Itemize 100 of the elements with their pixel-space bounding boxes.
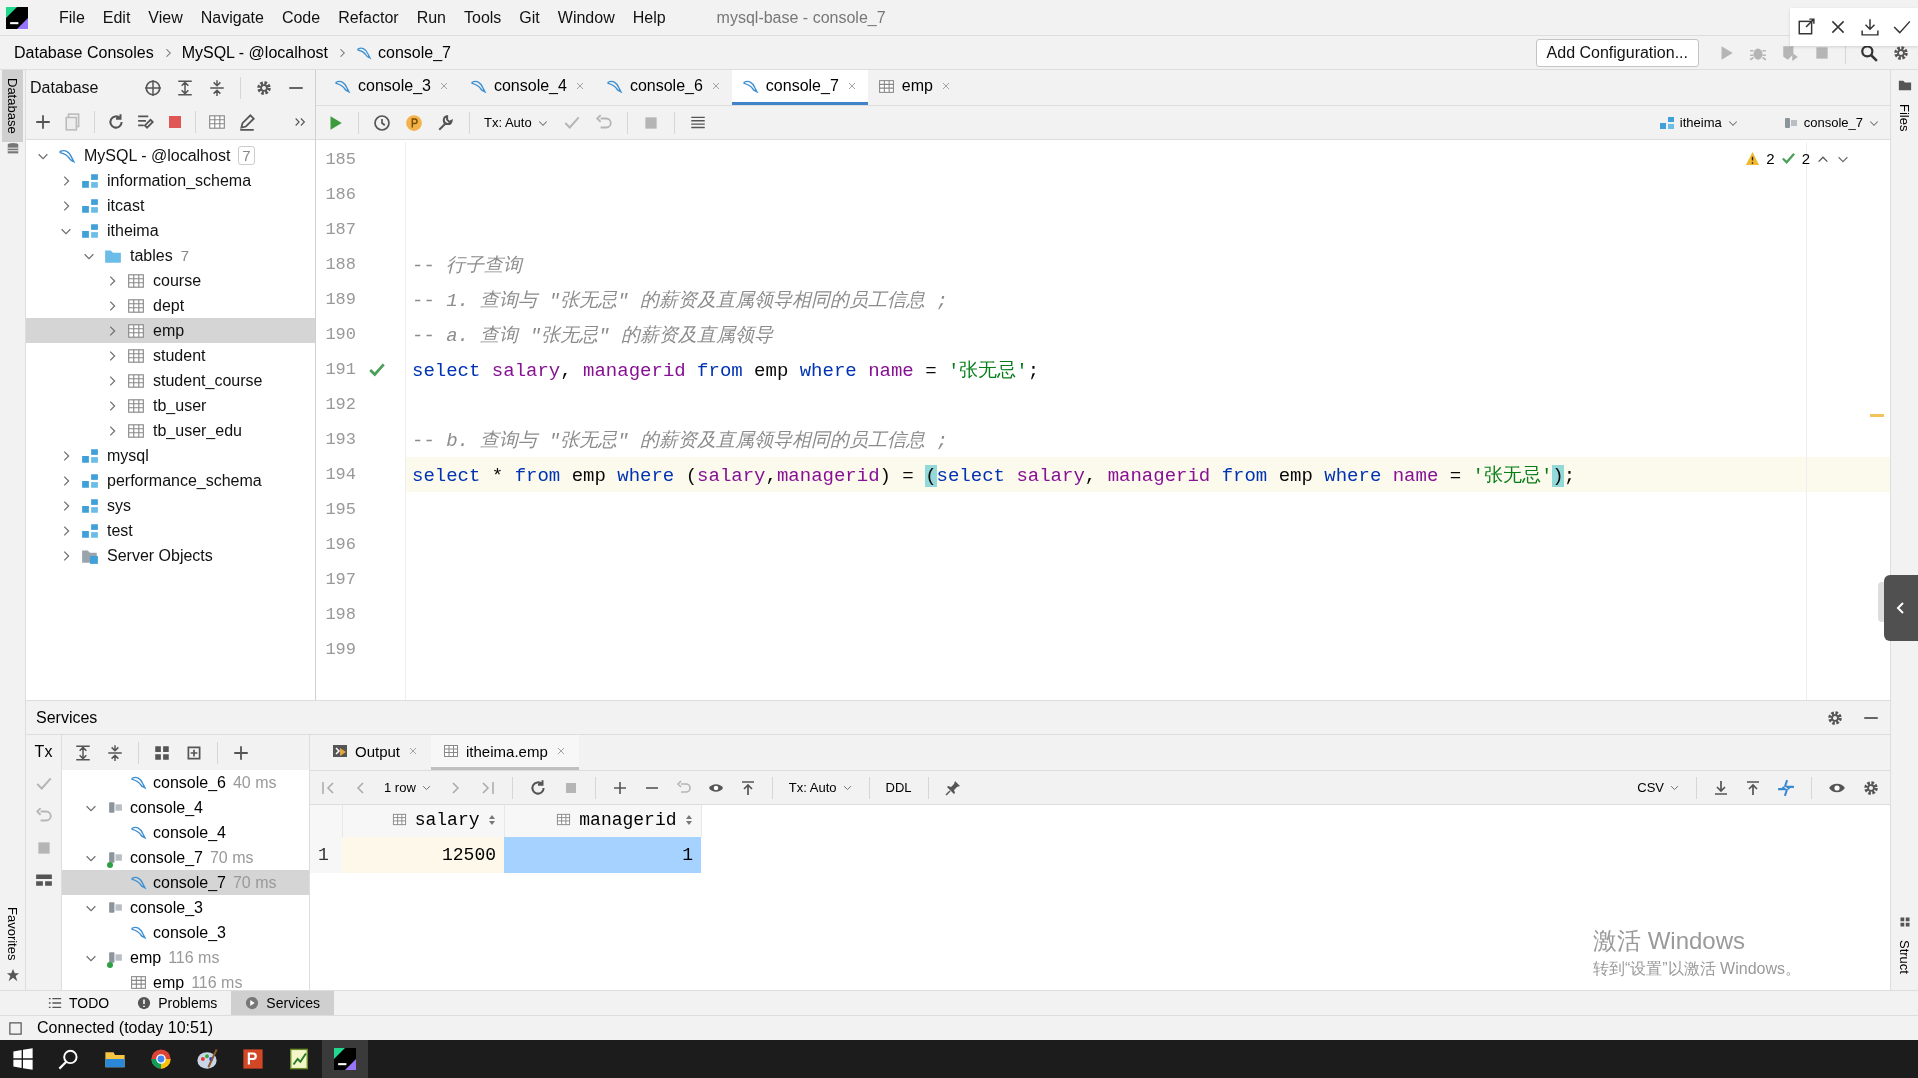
tree-item[interactable]: student_course [26, 368, 315, 393]
tree-item[interactable]: tables 7 [26, 243, 315, 268]
table-icon[interactable] [208, 113, 226, 131]
collapse-all-icon[interactable] [208, 78, 226, 97]
tree-item[interactable]: console_3 [62, 920, 309, 945]
editor-tab[interactable]: console_7 [731, 70, 868, 105]
menu-item[interactable]: Git [510, 4, 549, 31]
folder-icon[interactable] [1897, 78, 1912, 92]
column-header[interactable]: salary [342, 805, 504, 837]
tree-item[interactable]: test [26, 518, 315, 543]
tree-item[interactable]: emp 116 ms [62, 945, 309, 970]
add-icon[interactable] [232, 743, 250, 762]
menu-item[interactable]: Edit [93, 4, 140, 31]
start-icon[interactable] [12, 1048, 34, 1070]
profile-icon[interactable] [405, 113, 423, 132]
add-icon[interactable] [34, 113, 52, 131]
submit-icon[interactable] [739, 779, 756, 796]
schema-selector[interactable]: itheima [1658, 114, 1739, 131]
transaction-button[interactable]: Tx [34, 743, 53, 761]
tool-window-tab[interactable]: TODO [34, 991, 124, 1015]
tree-item[interactable]: console_3 [62, 895, 309, 920]
ide-app-icon[interactable] [334, 1048, 356, 1070]
tree-item[interactable]: tb_user [26, 393, 315, 418]
settings-icon[interactable] [255, 78, 273, 97]
settings-icon[interactable] [1892, 43, 1910, 62]
tree-item[interactable]: information_schema [26, 168, 315, 193]
result-tab[interactable]: itheima.emp [431, 735, 579, 770]
history-icon[interactable] [373, 113, 391, 132]
search-icon[interactable] [1860, 43, 1878, 62]
star-icon[interactable] [5, 968, 20, 982]
menu-item[interactable]: Code [272, 4, 330, 31]
add-configuration-button[interactable]: Add Configuration... [1535, 38, 1699, 67]
tree-item[interactable]: Server Objects [26, 543, 315, 568]
slides-app-icon[interactable] [242, 1048, 264, 1070]
database-tool-tab[interactable]: Database [2, 70, 23, 142]
favorites-tool-tab[interactable]: Favorites [2, 898, 23, 968]
structure-tool-tab[interactable]: Struct [1894, 932, 1915, 982]
export-format-dropdown[interactable]: CSV [1637, 780, 1680, 795]
properties-icon[interactable] [137, 113, 155, 131]
tree-item[interactable]: tb_user_edu [26, 418, 315, 443]
tree-item[interactable]: console_7 70 ms [62, 870, 309, 895]
settings-icon[interactable] [1826, 708, 1844, 727]
tree-item[interactable]: emp [26, 318, 315, 343]
editor-tab[interactable]: console_4 [459, 70, 596, 105]
locate-icon[interactable] [144, 78, 162, 97]
warning-marker[interactable] [1870, 414, 1884, 417]
session-selector[interactable]: console_7 [1782, 114, 1880, 131]
table-cell[interactable]: 1 [504, 837, 701, 873]
chart-app-icon[interactable] [288, 1048, 310, 1070]
transaction-mode-dropdown[interactable]: Tx: Auto [788, 780, 853, 795]
menu-item[interactable]: Tools [455, 4, 511, 31]
last-page-icon[interactable] [479, 779, 496, 796]
tree-item[interactable]: performance_schema [26, 468, 315, 493]
close-icon[interactable] [1829, 18, 1847, 36]
expand-all-icon[interactable] [176, 78, 194, 97]
tree-item[interactable]: console_4 [62, 820, 309, 845]
side-panel-handle[interactable] [1884, 575, 1918, 641]
wrench-icon[interactable] [437, 113, 455, 132]
confirm-icon[interactable] [1893, 18, 1911, 36]
column-header[interactable]: managerid [504, 805, 701, 837]
menu-item[interactable]: Window [548, 4, 624, 31]
group-icon[interactable] [153, 743, 171, 762]
menu-item[interactable]: Refactor [329, 4, 408, 31]
more-icon[interactable] [293, 115, 307, 129]
tree-item[interactable]: MySQL - @localhost 7 [26, 143, 315, 168]
collapse-all-icon[interactable] [106, 743, 124, 762]
status-toggle-icon[interactable] [8, 1020, 23, 1036]
editor-tab[interactable]: emp [867, 70, 962, 105]
row-count-dropdown[interactable]: 1 row [384, 780, 432, 795]
tree-item[interactable]: console_7 70 ms [62, 845, 309, 870]
tree-item[interactable]: itcast [26, 193, 315, 218]
tool-window-tab[interactable]: Services [231, 991, 335, 1015]
menu-item[interactable]: File [50, 4, 94, 31]
editor-tab[interactable]: console_6 [595, 70, 732, 105]
tree-item[interactable]: mysql [26, 443, 315, 468]
tree-item[interactable]: console_4 [62, 795, 309, 820]
tool-window-tab[interactable]: Problems [123, 991, 232, 1015]
menu-item[interactable]: Navigate [191, 4, 273, 31]
structure-icon[interactable] [1898, 916, 1911, 929]
pin-window-icon[interactable] [1797, 18, 1815, 36]
palette-icon[interactable] [196, 1048, 218, 1070]
ok-count[interactable]: 2 [1801, 150, 1810, 167]
browser-icon[interactable] [150, 1048, 172, 1070]
download-icon[interactable] [1713, 779, 1729, 796]
tree-item[interactable]: student [26, 343, 315, 368]
database-icon[interactable] [5, 141, 20, 156]
table-cell[interactable]: 12500 [342, 837, 504, 873]
download-icon[interactable] [1861, 18, 1879, 36]
stop-icon[interactable] [167, 114, 183, 130]
breadcrumb[interactable]: Database Consoles [14, 43, 154, 62]
menu-item[interactable]: Help [623, 4, 675, 31]
warning-count[interactable]: 2 [1766, 150, 1775, 167]
refresh-icon[interactable] [107, 113, 125, 131]
transaction-mode-dropdown[interactable]: Tx: Auto [484, 115, 549, 130]
upload-icon[interactable] [1745, 779, 1761, 796]
tree-item[interactable]: sys [26, 493, 315, 518]
breadcrumb[interactable]: console_7 [378, 43, 451, 62]
edit-icon[interactable] [238, 113, 256, 131]
breadcrumb[interactable]: MySQL - @localhost [181, 43, 328, 62]
coverage-icon[interactable] [1781, 43, 1799, 62]
